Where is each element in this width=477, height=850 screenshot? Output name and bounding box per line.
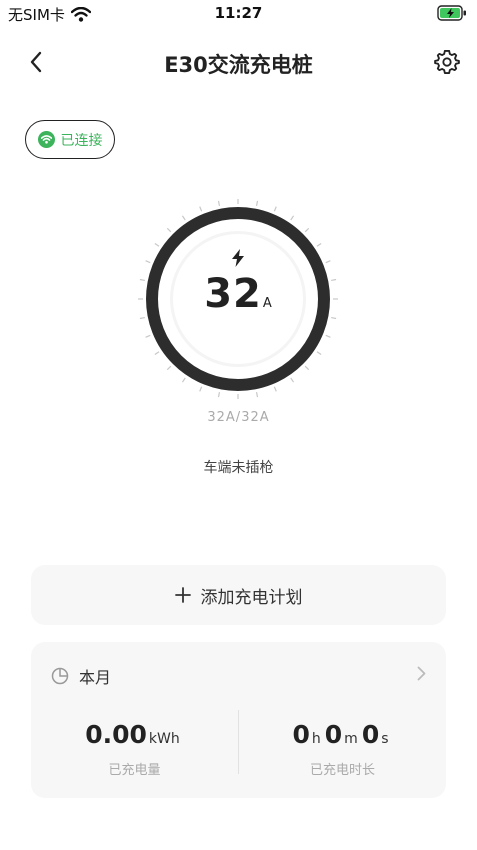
energy-stat: 0.00 kWh 已充电量 — [31, 720, 238, 778]
gauge-tick — [273, 386, 277, 392]
gauge-tick — [145, 334, 151, 338]
chevron-right-icon — [417, 666, 426, 681]
gauge-value: 32 — [204, 271, 262, 317]
status-bar: 无SIM卡 11:27 — [0, 0, 477, 26]
current-limit-text: 32A/32A — [207, 410, 270, 425]
gauge-tick — [154, 351, 160, 356]
lightning-bolt-icon — [232, 249, 244, 267]
gauge-tick — [255, 392, 259, 398]
gauge-tick — [217, 200, 221, 206]
gauge-tick — [304, 365, 310, 371]
add-charging-plan-label: 添加充电计划 — [200, 587, 303, 608]
connection-status-label: 已连接 — [60, 132, 103, 149]
gauge-tick — [199, 386, 203, 392]
gauge-tick — [154, 242, 160, 247]
gauge-tick — [217, 392, 221, 398]
gauge-tick — [331, 316, 337, 320]
wifi-icon — [37, 131, 55, 148]
duration-stat: 0h0m0s 已充电时长 — [239, 720, 446, 778]
plug-status-text: 车端未插枪 — [203, 460, 274, 476]
duration-label: 已充电时长 — [309, 763, 375, 778]
stats-header: 本月 — [51, 664, 111, 688]
duration-hours-unit: h — [311, 731, 321, 747]
battery-charging-icon — [437, 5, 467, 25]
duration-minutes-unit: m — [344, 731, 358, 747]
gauge-tick — [255, 200, 259, 206]
gauge-tick — [181, 377, 186, 383]
energy-unit: kWh — [148, 731, 180, 747]
gauge-reading: 32A — [138, 271, 338, 317]
gauge-tick — [273, 206, 277, 212]
gauge-unit: A — [262, 296, 272, 311]
current-gauge: 32A — [138, 199, 338, 399]
gauge-tick — [290, 215, 295, 221]
stats-period-label: 本月 — [79, 668, 112, 687]
gauge-tick — [166, 365, 172, 371]
gauge-tick — [145, 260, 151, 264]
duration-hours: 0 — [292, 720, 310, 749]
gauge-tick — [290, 377, 295, 383]
gauge-tick — [139, 316, 145, 320]
plus-icon — [174, 587, 191, 603]
gauge-tick — [316, 351, 322, 356]
page-title: E30交流充电桩 — [164, 53, 313, 77]
gauge-tick — [325, 260, 331, 264]
status-time: 11:27 — [214, 4, 263, 22]
duration-seconds: 0 — [361, 720, 380, 749]
nav-bar: E30交流充电桩 — [0, 40, 477, 84]
settings-button[interactable] — [433, 48, 461, 76]
energy-label: 已充电量 — [108, 763, 161, 778]
pie-chart-icon — [51, 667, 69, 685]
gauge-tick — [304, 227, 310, 233]
add-charging-plan-button[interactable]: 添加充电计划 — [31, 565, 446, 625]
gauge-tick — [181, 215, 186, 221]
gauge-tick — [316, 242, 322, 247]
energy-value: 0.00 — [85, 720, 147, 749]
duration-seconds-unit: s — [381, 731, 389, 747]
gauge-tick — [166, 227, 172, 233]
gauge-tick — [325, 334, 331, 338]
monthly-stats-card[interactable]: 本月 0.00 kWh 已充电量 0h0m0s 已充电时长 — [31, 642, 446, 798]
duration-minutes: 0 — [324, 720, 343, 749]
gear-icon — [434, 50, 460, 74]
connection-status-badge: 已连接 — [25, 120, 115, 159]
gauge-tick — [199, 206, 203, 212]
